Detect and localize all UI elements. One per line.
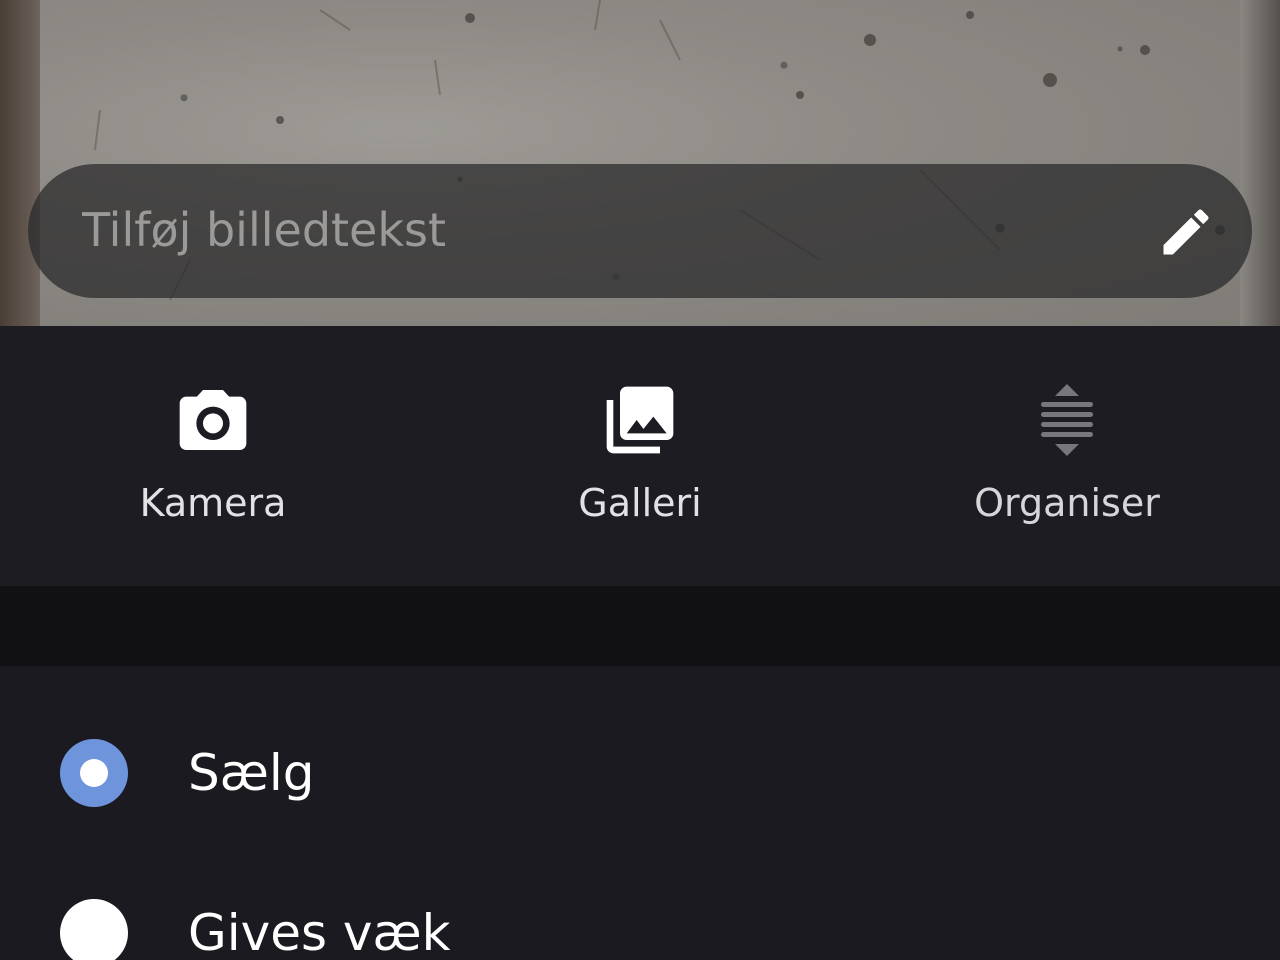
option-give-away[interactable]: Gives væk bbox=[0, 858, 1280, 960]
photo-edge-left bbox=[0, 0, 40, 326]
option-sell-label: Sælg bbox=[188, 744, 315, 802]
photo-toolbar: Kamera Galleri Organiser bbox=[0, 326, 1280, 586]
camera-icon bbox=[173, 380, 253, 460]
gallery-label: Galleri bbox=[578, 481, 702, 525]
organise-label: Organiser bbox=[974, 481, 1160, 525]
pencil-icon[interactable] bbox=[1156, 202, 1216, 262]
camera-button[interactable]: Kamera bbox=[0, 326, 426, 586]
radio-give-away[interactable] bbox=[60, 899, 128, 960]
camera-label: Kamera bbox=[139, 481, 287, 525]
app-screen: Kamera Galleri Organiser bbox=[0, 0, 1280, 960]
gallery-icon bbox=[600, 380, 680, 460]
option-sell[interactable]: Sælg bbox=[0, 698, 1280, 848]
listing-type-options: Sælg Gives væk bbox=[0, 666, 1280, 960]
photo-preview bbox=[0, 0, 1280, 326]
caption-input[interactable] bbox=[82, 194, 1132, 266]
option-give-away-label: Gives væk bbox=[188, 904, 451, 960]
caption-bar bbox=[28, 164, 1252, 298]
photo-edge-right bbox=[1240, 0, 1280, 326]
radio-sell-selected[interactable] bbox=[60, 739, 128, 807]
gallery-button[interactable]: Galleri bbox=[427, 326, 853, 586]
reorder-icon bbox=[1027, 380, 1107, 460]
organise-button[interactable]: Organiser bbox=[854, 326, 1280, 586]
section-divider bbox=[0, 586, 1280, 666]
